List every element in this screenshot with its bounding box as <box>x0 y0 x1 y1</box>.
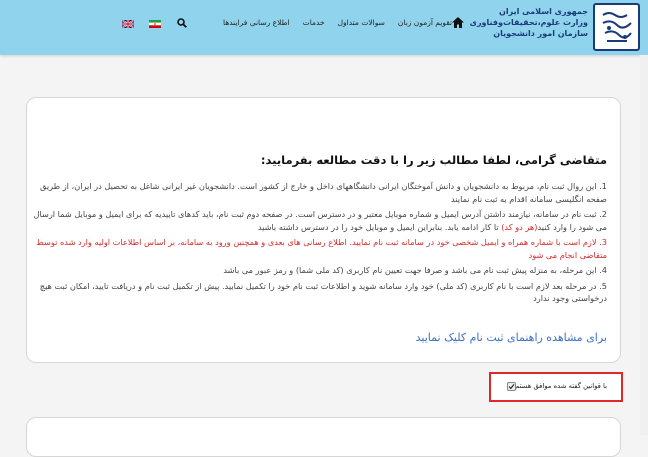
top-header: جمهوری اسلامی ایران وزارت علوم،تحقیقات‌و… <box>0 0 648 55</box>
notice-list: 1. این روال ثبت نام، مربوط به دانشجویان … <box>32 180 607 308</box>
brand-text: جمهوری اسلامی ایران وزارت علوم،تحقیقات‌و… <box>469 6 588 39</box>
home-icon[interactable] <box>451 16 465 29</box>
agreement-label[interactable]: با قوانین گفته شده موافق هستم <box>515 382 607 390</box>
nav-item-services[interactable]: خدمات <box>303 18 325 27</box>
list-item: 1. این روال ثبت نام، مربوط به دانشجویان … <box>32 180 607 205</box>
nav-item-process-info[interactable]: اطلاع رسانی فرایندها <box>223 18 290 27</box>
uk-flag-icon[interactable] <box>122 20 134 28</box>
item-number: 3. <box>599 237 607 247</box>
notice-card: متقاضی گرامی، لطفا مطالب زیر را با دقت م… <box>26 97 621 363</box>
agreement-checkbox[interactable] <box>507 382 516 391</box>
item-text: تا کار ادامه یابد. بنابراین ایمیل و موبا… <box>257 221 502 232</box>
search-icon[interactable] <box>177 18 187 28</box>
notice-title: متقاضی گرامی، لطفا مطالب زیر را با دقت م… <box>260 153 607 167</box>
main-nav: اطلاع رسانی فرایندها خدمات سوالات متداول… <box>210 18 452 27</box>
next-card <box>26 417 621 457</box>
item-text: این مرحله، به منزله پیش ثبت نام می باشد … <box>223 265 597 275</box>
nav-item-exam-calendar[interactable]: تقویم آزمون زبان <box>398 18 452 27</box>
list-item: 5. در مرحله بعد لازم است با نام کاربری (… <box>32 280 607 305</box>
logo-icon <box>601 12 632 42</box>
item-number: 1. <box>599 181 607 191</box>
item-text: لازم است با شماره همراه و ایمیل شخصی خود… <box>36 237 607 260</box>
item-text: در مرحله بعد لازم است با نام کاربری (کد … <box>39 280 607 304</box>
item-number: 5. <box>599 280 607 291</box>
agreement-highlight: با قوانین گفته شده موافق هستم <box>489 372 623 402</box>
item-number: 4. <box>599 265 607 275</box>
brand-line: وزارت علوم،تحقیقات‌وفناوری <box>469 18 588 27</box>
checkmark-icon <box>508 383 515 390</box>
iran-flag-icon[interactable] <box>149 20 161 28</box>
item-text: این روال ثبت نام، مربوط به دانشجویان و د… <box>39 181 607 204</box>
logo[interactable] <box>593 3 640 51</box>
list-item: 4. این مرحله، به منزله پیش ثبت نام می با… <box>32 264 607 277</box>
item-text-highlight: (هر دو کد) <box>501 221 538 232</box>
nav-item-faq[interactable]: سوالات متداول <box>338 18 385 27</box>
brand-line: سازمان امور دانشجویان <box>493 29 588 38</box>
registration-guide-link[interactable]: برای مشاهده راهنمای ثبت نام کلیک نمایید <box>416 331 607 344</box>
scrollbar[interactable] <box>640 55 648 435</box>
item-number: 2. <box>599 209 607 219</box>
list-item-important: 3. لازم است با شماره همراه و ایمیل شخصی … <box>32 236 607 261</box>
brand-line: جمهوری اسلامی ایران <box>499 7 588 16</box>
list-item: 2. ثبت نام در سامانه، نیازمند داشتن آدرس… <box>32 208 607 233</box>
